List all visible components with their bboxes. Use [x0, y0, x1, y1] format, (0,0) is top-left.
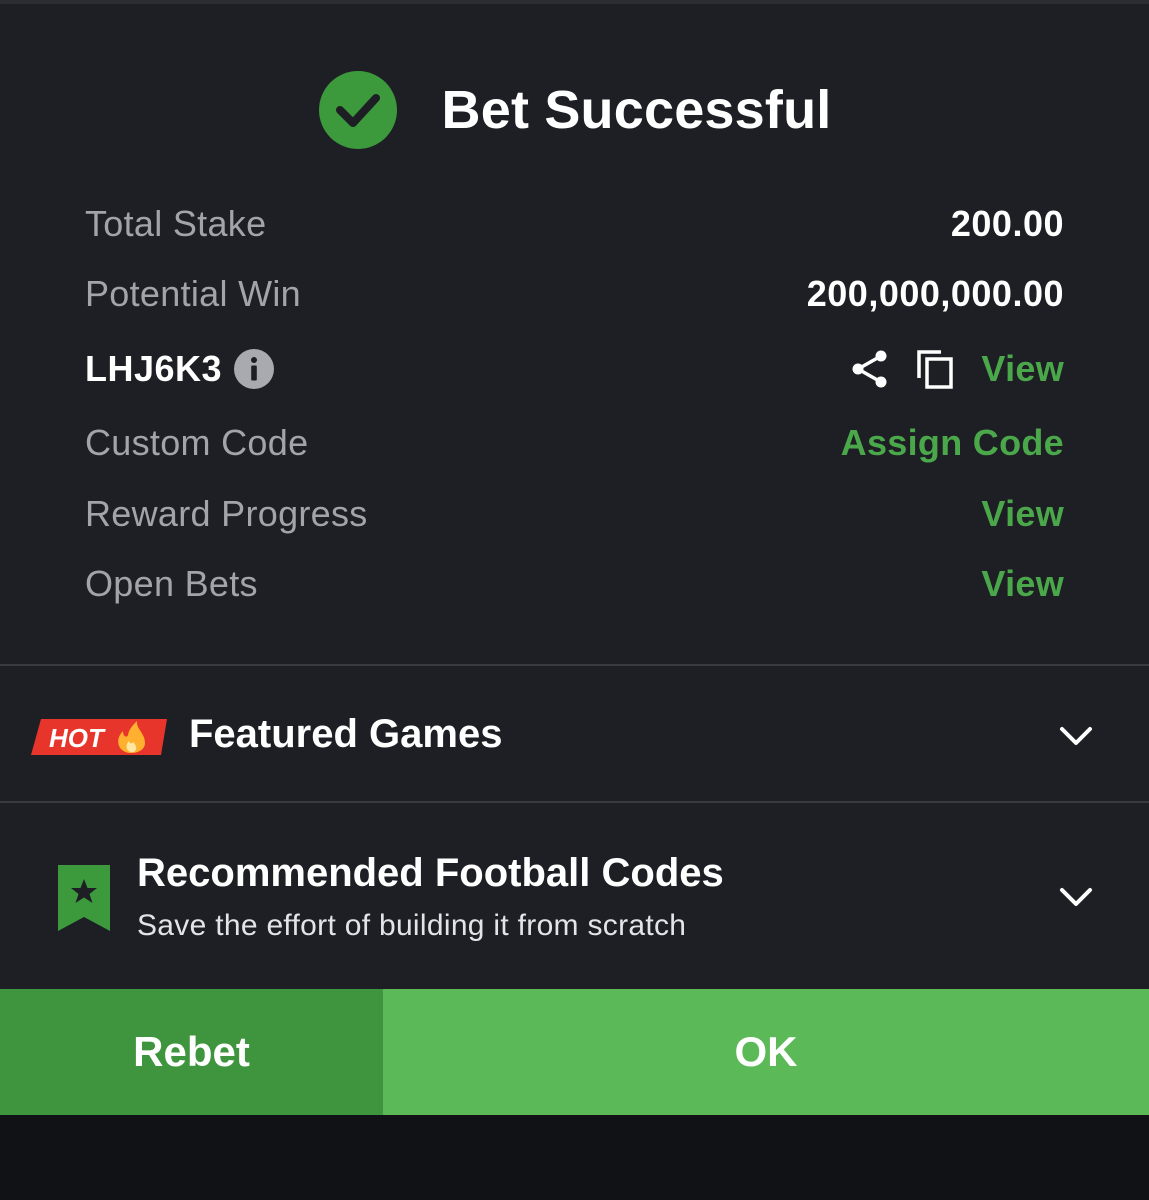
info-icon[interactable] — [234, 349, 275, 389]
total-stake-label: Total Stake — [85, 203, 267, 244]
booking-code-actions: View — [849, 348, 1064, 390]
copy-icon[interactable] — [915, 348, 957, 390]
header: Bet Successful — [0, 68, 1149, 152]
action-bar: Rebet OK — [0, 989, 1149, 1115]
custom-code-label: Custom Code — [85, 422, 309, 463]
check-circle-icon — [318, 71, 397, 149]
hot-badge-text: HOT — [49, 723, 106, 753]
booking-view-link[interactable]: View — [981, 348, 1064, 390]
reward-progress-row: Reward Progress View — [85, 488, 1064, 540]
booking-code: LHJ6K3 — [85, 348, 223, 389]
reward-progress-label: Reward Progress — [85, 493, 368, 534]
booking-code-row: LHJ6K3 View — [85, 343, 1064, 395]
custom-code-row: Custom Code Assign Code — [85, 417, 1064, 469]
potential-win-label: Potential Win — [85, 273, 301, 314]
bet-success-sheet: Bet Successful Total Stake 200.00 Potent… — [0, 0, 1149, 1115]
total-stake-value: 200.00 — [950, 203, 1064, 244]
rebet-button[interactable]: Rebet — [0, 989, 383, 1115]
divider — [0, 664, 1149, 666]
bookmark-star-icon — [58, 865, 110, 931]
divider — [0, 801, 1149, 803]
page-title: Bet Successful — [441, 80, 832, 140]
open-bets-label: Open Bets — [85, 563, 258, 604]
recommended-codes-section[interactable]: Recommended Football Codes Save the effo… — [0, 805, 1149, 989]
open-bets-view-link[interactable]: View — [981, 563, 1064, 605]
recommended-codes-subtitle: Save the effort of building it from scra… — [137, 909, 687, 942]
recommended-codes-title: Recommended Football Codes — [137, 851, 724, 895]
share-icon[interactable] — [849, 348, 891, 390]
booking-code-group: LHJ6K3 — [85, 348, 275, 390]
total-stake-row: Total Stake 200.00 — [85, 198, 1064, 250]
assign-code-link[interactable]: Assign Code — [841, 422, 1064, 464]
chevron-down-icon[interactable] — [1058, 885, 1094, 909]
reward-progress-view-link[interactable]: View — [981, 493, 1064, 535]
featured-games-section[interactable]: HOT Featured Games — [0, 669, 1149, 803]
open-bets-row: Open Bets View — [85, 558, 1064, 610]
hot-badge: HOT — [31, 719, 167, 755]
featured-games-title: Featured Games — [189, 712, 503, 756]
potential-win-row: Potential Win 200,000,000.00 — [85, 268, 1064, 320]
chevron-down-icon[interactable] — [1058, 724, 1094, 748]
potential-win-value: 200,000,000.00 — [806, 273, 1064, 314]
ok-button[interactable]: OK — [383, 989, 1149, 1115]
